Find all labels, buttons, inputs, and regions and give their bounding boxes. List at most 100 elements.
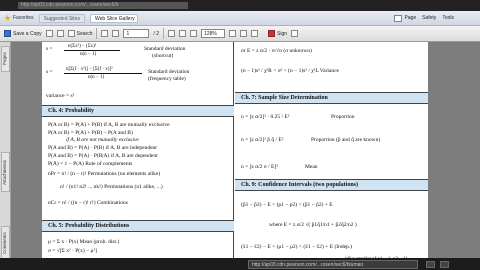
- section-heading: Ch. 5: Probability Distributions: [42, 220, 234, 232]
- save-copy-label: Save a Copy: [13, 30, 42, 37]
- sign-button[interactable]: Sign: [268, 30, 287, 37]
- formula-desc: (shortcut): [152, 53, 174, 59]
- sign-label: Sign: [277, 30, 288, 37]
- arrow-down-icon: [112, 30, 120, 37]
- pages-tab[interactable]: Pages: [1, 46, 10, 72]
- safety-menu[interactable]: Safety: [422, 15, 436, 22]
- zoom-out-button[interactable]: [190, 30, 198, 37]
- save-icon: [4, 30, 11, 37]
- fit-width-icon: [251, 30, 259, 37]
- formula-desc: Mean: [305, 164, 318, 170]
- arrow-up-icon: [101, 30, 109, 37]
- page-icon: [394, 14, 403, 22]
- tab-web-slice-gallery[interactable]: Web Slice Gallery: [89, 13, 138, 23]
- interval-formula: (x̄1 − x̄2) − E < (μ1 − μ2) < (x̄1 − x̄2…: [241, 244, 353, 250]
- address-bar[interactable]: http://ap03.cdn.pearson.com/...rosen/sec…: [18, 2, 188, 9]
- fit-page-button[interactable]: [240, 30, 248, 37]
- safety-menu-label: Safety: [422, 15, 437, 21]
- hand-tool-button[interactable]: [179, 30, 187, 37]
- comments-tab[interactable]: Comments: [1, 226, 10, 260]
- formula-denominator: n(n − 1): [88, 75, 105, 80]
- zoom-out-icon: [190, 30, 198, 37]
- pdf-page: s = n(Σx²) − (Σx)² n(n − 1) Standard dev…: [42, 42, 428, 270]
- formula-desc: Proportion: [331, 114, 355, 120]
- toolbar-divider: [163, 28, 165, 39]
- print-icon: [45, 30, 53, 37]
- probability-rule: nCr = n! / ((n − r)! r!) Combinations: [48, 200, 128, 206]
- save-copy-button[interactable]: Save a Copy: [4, 30, 42, 37]
- zoom-in-button[interactable]: [229, 30, 237, 37]
- probability-rule: P(A and B) = P(A) · P(B) if A, B are ind…: [48, 145, 157, 151]
- search-label: Search: [76, 30, 93, 37]
- favorites-label: Favorites: [13, 15, 34, 21]
- formula-lhs: s =: [46, 69, 53, 75]
- interval-formula: (p̂1 − p̂2) − E < (p1 − p2) < (p̂1 − p̂2…: [241, 202, 333, 208]
- search-icon: [67, 30, 75, 37]
- tray-icon[interactable]: [426, 261, 435, 268]
- tray-icon[interactable]: [440, 261, 449, 268]
- formula-denominator: n(n − 1): [80, 52, 97, 57]
- probability-note: if A, B are not mutually exclusive: [66, 137, 139, 143]
- navigation-panel: Pages Attachments Comments: [0, 42, 11, 270]
- section-heading: Ch. 7: Sample Size Determination: [235, 92, 428, 104]
- formula-lhs: n = [z α/2 σ / E]²: [241, 164, 278, 170]
- formula-desc: Proportion (p̂ and q̂ are known): [311, 137, 381, 143]
- email-icon: [56, 30, 64, 37]
- probability-rule: P(A and B) = P(A) · P(B|A) if A, B are d…: [48, 153, 158, 159]
- probability-rule: P(Ā) = 1 − P(A) Rule of complements: [48, 161, 133, 167]
- formula-desc: (frequency table): [148, 76, 186, 82]
- section-heading: Ch. 4: Probability: [42, 105, 234, 117]
- next-page-button[interactable]: [112, 30, 120, 37]
- print-button[interactable]: [45, 30, 53, 37]
- page-number-input[interactable]: 1: [123, 29, 150, 38]
- pdf-toolbar: Save a Copy Search 1 / 2 128% Sign: [0, 26, 480, 42]
- star-icon: [4, 14, 11, 21]
- fit-page-icon: [240, 30, 248, 37]
- section-heading: Ch. 9: Confidence Intervals (two populat…: [235, 179, 428, 191]
- tools-icon: [291, 30, 299, 37]
- formula-numerator: n(Σx²) − (Σx)²: [68, 44, 97, 49]
- formula-numerator: n[Σ(f · x²)] − [Σ(f · x)]²: [66, 67, 113, 72]
- page-menu-label: Page: [404, 15, 417, 21]
- tab-suggested-sites[interactable]: Suggested Sites: [38, 13, 85, 23]
- favorites-bar: Favorites Suggested Sites Web Slice Gall…: [0, 11, 480, 26]
- command-bar: Page Safety Tools: [394, 14, 480, 22]
- hand-icon: [179, 30, 187, 37]
- tools-panel-button[interactable]: [291, 30, 299, 37]
- taskbar-item[interactable]: http://ap03.cdn.pearson.com/...rosen/sec…: [248, 260, 418, 269]
- select-tool-button[interactable]: [168, 30, 176, 37]
- attachments-tab[interactable]: Attachments: [1, 152, 10, 192]
- cursor-icon: [168, 30, 176, 37]
- tools-menu[interactable]: Tools: [442, 15, 454, 22]
- formula-variance: variance = s²: [46, 93, 75, 99]
- fit-width-button[interactable]: [251, 30, 259, 37]
- page-total: / 2: [153, 30, 160, 37]
- formula-lhs: n = [z α/2]² · 0.25 / E²: [241, 114, 290, 120]
- interval-formula: where E = z α/2 √( p̂1q̂1/n1 + p̂2q̂2/n2…: [269, 222, 357, 228]
- pen-icon: [268, 30, 276, 37]
- formula-desc: Standard deviation: [144, 46, 186, 52]
- toolbar-divider: [96, 28, 98, 39]
- formula-desc: Standard deviation: [148, 69, 190, 75]
- zoom-in-icon: [229, 30, 237, 37]
- right-column: or E = z α/2 · σ/√n (σ unknown) (n − 1)s…: [235, 42, 428, 270]
- probability-rule: n! / (n1! n2! ... nk!) Permutations (n1 …: [60, 184, 163, 190]
- distribution-formula: σ = √[Σ x² · P(x) − μ²]: [48, 248, 97, 254]
- left-column: s = n(Σx²) − (Σx)² n(n − 1) Standard dev…: [42, 42, 234, 270]
- formula-lhs: s =: [46, 46, 53, 52]
- formula-line: (n − 1)s² / χ²R < σ² < (n − 1)s² / χ²L V…: [241, 68, 339, 74]
- tools-menu-label: Tools: [442, 15, 454, 21]
- search-button[interactable]: Search: [67, 30, 93, 37]
- favorites-button[interactable]: Favorites: [4, 14, 34, 22]
- distribution-formula: μ = Σ x · P(x) Mean (prob. dist.): [48, 239, 120, 245]
- title-bar: http://ap03.cdn.pearson.com/...rosen/sec…: [0, 0, 480, 11]
- page-menu[interactable]: Page: [394, 14, 417, 22]
- probability-rule: nPr = n! / (n − r)! Permutations (no ele…: [48, 171, 161, 177]
- formula-line: or E = z α/2 · σ/√n (σ unknown): [241, 48, 312, 54]
- email-button[interactable]: [56, 30, 64, 37]
- prev-page-button[interactable]: [101, 30, 109, 37]
- zoom-select[interactable]: 128%: [201, 29, 226, 38]
- formula-lhs: n = [z α/2]² p̂ q̂ / E²: [241, 137, 284, 143]
- probability-rule: P(A or B) = P(A) + P(B) − P(A and B): [48, 130, 133, 136]
- probability-rule: P(A or B) = P(A) + P(B) if A, B are mutu…: [48, 122, 170, 128]
